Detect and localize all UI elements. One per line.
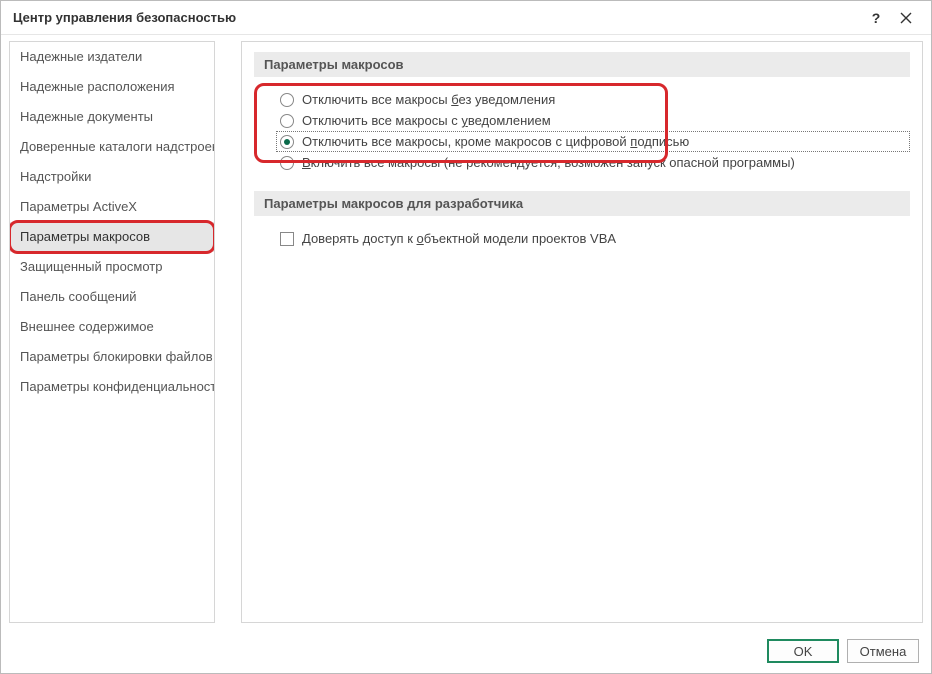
option-label: Доверять доступ к объектной модели проек… bbox=[302, 231, 616, 246]
sidebar-item-macro-settings[interactable]: Параметры макросов bbox=[10, 222, 214, 252]
developer-options-group: Доверять доступ к объектной модели проек… bbox=[276, 228, 910, 249]
sidebar-item-label: Надстройки bbox=[20, 169, 91, 184]
sidebar-item-trusted-catalogs[interactable]: Доверенные каталоги надстроек bbox=[10, 132, 214, 162]
sidebar: Надежные издатели Надежные расположения … bbox=[9, 41, 215, 623]
help-icon[interactable]: ? bbox=[861, 3, 891, 33]
option-disable-no-notice[interactable]: Отключить все макросы без уведомления bbox=[276, 89, 910, 110]
sidebar-item-privacy[interactable]: Параметры конфиденциальности bbox=[10, 372, 214, 402]
sidebar-item-label: Надежные документы bbox=[20, 109, 153, 124]
radio-icon[interactable] bbox=[280, 93, 294, 107]
sidebar-item-label: Параметры макросов bbox=[20, 229, 150, 244]
option-enable-all[interactable]: Включить все макросы (не рекомендуется, … bbox=[276, 152, 910, 173]
group-header-macro-settings: Параметры макросов bbox=[254, 52, 910, 77]
sidebar-item-label: Надежные издатели bbox=[20, 49, 142, 64]
sidebar-item-file-block[interactable]: Параметры блокировки файлов bbox=[10, 342, 214, 372]
radio-icon[interactable] bbox=[280, 114, 294, 128]
radio-icon[interactable] bbox=[280, 156, 294, 170]
sidebar-item-label: Защищенный просмотр bbox=[20, 259, 162, 274]
content-pane: Параметры макросов Отключить все макросы… bbox=[241, 41, 923, 623]
sidebar-item-label: Параметры блокировки файлов bbox=[20, 349, 213, 364]
button-label: Отмена bbox=[860, 644, 907, 659]
sidebar-item-message-bar[interactable]: Панель сообщений bbox=[10, 282, 214, 312]
dialog-footer: OK Отмена bbox=[1, 629, 931, 673]
window-title: Центр управления безопасностью bbox=[13, 10, 861, 25]
group-header-developer-macro: Параметры макросов для разработчика bbox=[254, 191, 910, 216]
dialog-body: Надежные издатели Надежные расположения … bbox=[1, 35, 931, 629]
cancel-button[interactable]: Отмена bbox=[847, 639, 919, 663]
ok-button[interactable]: OK bbox=[767, 639, 839, 663]
option-label: Отключить все макросы без уведомления bbox=[302, 92, 555, 107]
close-icon[interactable] bbox=[891, 3, 921, 33]
option-label: Включить все макросы (не рекомендуется, … bbox=[302, 155, 795, 170]
sidebar-item-label: Панель сообщений bbox=[20, 289, 137, 304]
button-label: OK bbox=[794, 644, 813, 659]
sidebar-item-protected-view[interactable]: Защищенный просмотр bbox=[10, 252, 214, 282]
sidebar-item-trusted-documents[interactable]: Надежные документы bbox=[10, 102, 214, 132]
sidebar-item-trusted-publishers[interactable]: Надежные издатели bbox=[10, 42, 214, 72]
sidebar-item-activex[interactable]: Параметры ActiveX bbox=[10, 192, 214, 222]
sidebar-item-trusted-locations[interactable]: Надежные расположения bbox=[10, 72, 214, 102]
option-label: Отключить все макросы, кроме макросов с … bbox=[302, 134, 689, 149]
sidebar-item-label: Параметры конфиденциальности bbox=[20, 379, 215, 394]
sidebar-item-label: Доверенные каталоги надстроек bbox=[20, 139, 215, 154]
option-label: Отключить все макросы с уведомлением bbox=[302, 113, 551, 128]
checkbox-icon[interactable] bbox=[280, 232, 294, 246]
macro-options-group: Отключить все макросы без уведомления От… bbox=[276, 89, 910, 173]
sidebar-item-label: Надежные расположения bbox=[20, 79, 175, 94]
titlebar: Центр управления безопасностью ? bbox=[1, 1, 931, 35]
option-trust-vba-model[interactable]: Доверять доступ к объектной модели проек… bbox=[276, 228, 910, 249]
sidebar-item-addins[interactable]: Надстройки bbox=[10, 162, 214, 192]
sidebar-item-label: Внешнее содержимое bbox=[20, 319, 154, 334]
trust-center-dialog: Центр управления безопасностью ? Надежны… bbox=[0, 0, 932, 674]
sidebar-item-label: Параметры ActiveX bbox=[20, 199, 137, 214]
option-disable-with-notice[interactable]: Отключить все макросы с уведомлением bbox=[276, 110, 910, 131]
option-disable-except-signed[interactable]: Отключить все макросы, кроме макросов с … bbox=[276, 131, 910, 152]
radio-icon[interactable] bbox=[280, 135, 294, 149]
sidebar-item-external-content[interactable]: Внешнее содержимое bbox=[10, 312, 214, 342]
